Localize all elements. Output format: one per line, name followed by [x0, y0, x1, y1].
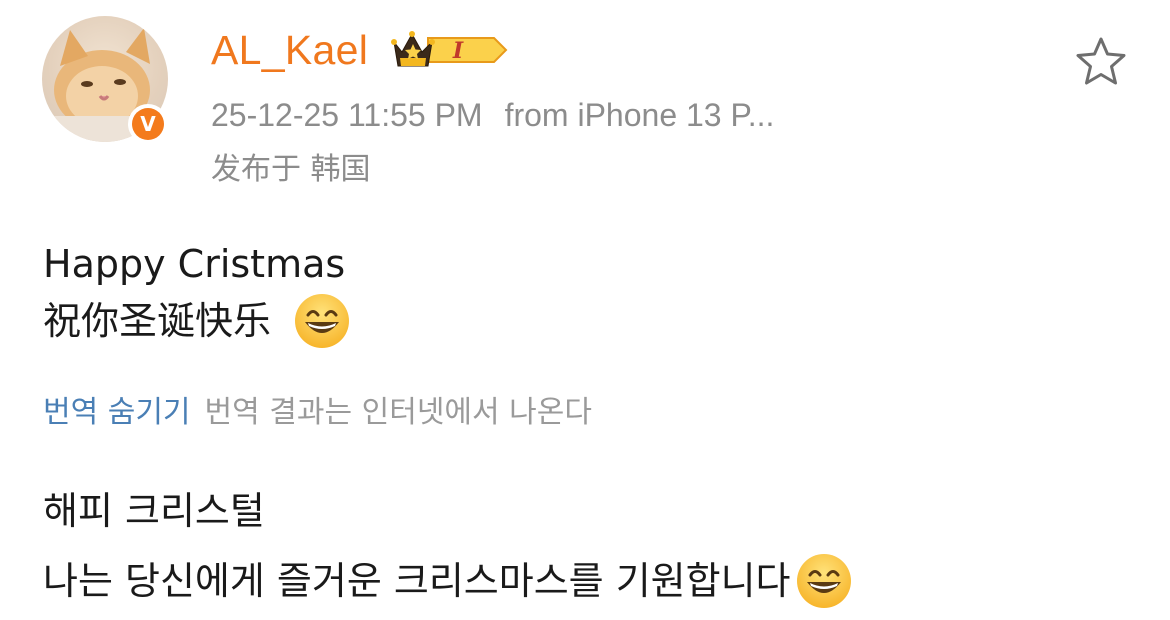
- grinning-face-emoji-icon: [795, 552, 853, 610]
- post-body: Happy Cristmas 祝你圣诞快乐: [43, 236, 351, 350]
- star-outline-icon: [1076, 37, 1126, 85]
- post-text-line: Happy Cristmas: [43, 242, 346, 286]
- translation-bar: 번역 숨기기 번역 결과는 인터넷에서 나온다: [43, 392, 592, 434]
- translated-line-1: 해피 크리스털: [43, 489, 265, 533]
- verified-badge: V: [128, 104, 168, 144]
- weibo-post: V AL_Kael I 25-12-25 11:55 PM from iPhone…: [0, 0, 1170, 620]
- verified-badge-label: V: [132, 108, 164, 140]
- post-location: 发布于 韩国: [211, 152, 371, 187]
- translated-text: 해피 크리스털 나는 당신에게 즐거운 크리스마스를 기원합니다: [43, 476, 853, 616]
- post-source[interactable]: from iPhone 13 P...: [505, 97, 775, 133]
- translated-line-2-row: 나는 당신에게 즐거운 크리스마스를 기원합니다: [43, 546, 853, 616]
- post-meta: 25-12-25 11:55 PM from iPhone 13 P...: [211, 95, 774, 135]
- post-timestamp: 25-12-25 11:55 PM: [211, 97, 483, 133]
- grinning-face-emoji-icon: [293, 292, 351, 350]
- translated-line-2: 나는 당신에게 즐거운 크리스마스를 기원합니다: [43, 559, 791, 603]
- username[interactable]: AL_Kael: [211, 26, 368, 74]
- post-text-cn: 祝你圣诞快乐: [43, 299, 272, 343]
- translation-note: 번역 결과는 인터넷에서 나온다: [204, 395, 592, 430]
- post-text-line-2: 祝你圣诞快乐: [43, 292, 351, 350]
- vip-level-label: I: [452, 38, 464, 64]
- vip-crown-badge[interactable]: I: [390, 28, 510, 76]
- hide-translation-link[interactable]: 번역 숨기기: [43, 395, 191, 430]
- favorite-button[interactable]: [1074, 35, 1128, 89]
